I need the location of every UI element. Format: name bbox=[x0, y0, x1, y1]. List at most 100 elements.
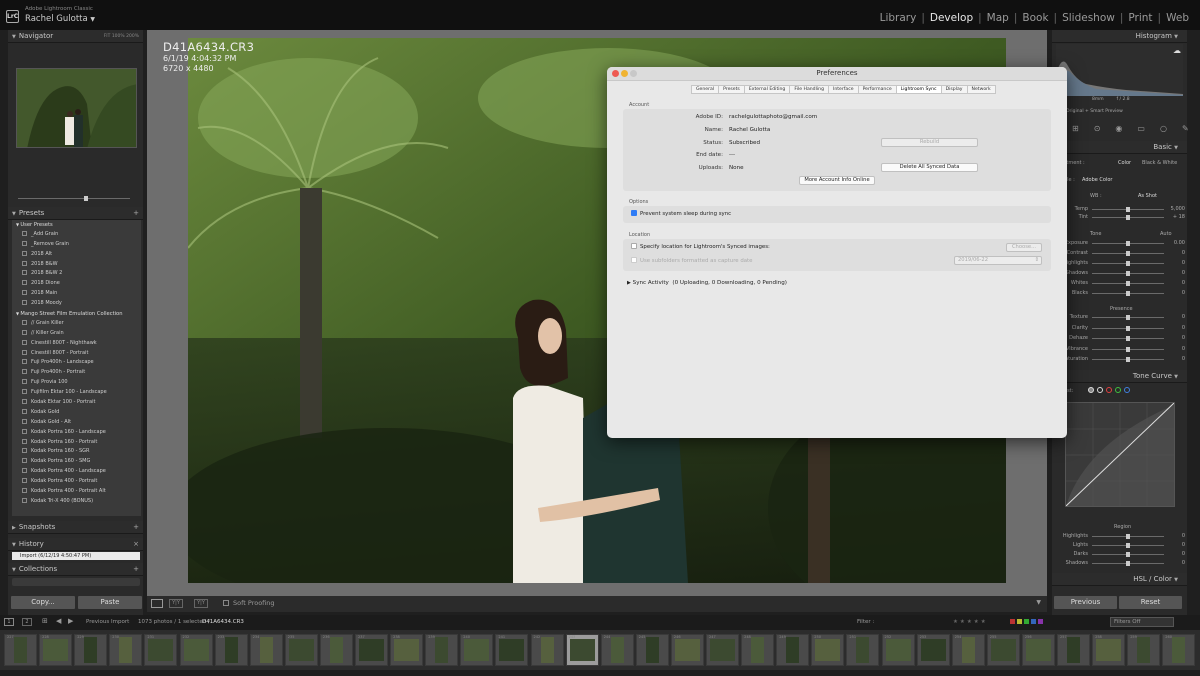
slider-track[interactable] bbox=[1092, 251, 1164, 256]
red-channel-icon[interactable] bbox=[1106, 387, 1112, 393]
treatment-bw[interactable]: Black & White bbox=[1142, 160, 1177, 166]
slider-thumb[interactable] bbox=[1126, 357, 1130, 362]
filmstrip-thumbnail[interactable]: 247 bbox=[706, 634, 739, 666]
filmstrip-thumbnail[interactable]: 234 bbox=[249, 634, 283, 666]
sync-activity-row[interactable]: ▶ Sync Activity (0 Uploading, 0 Download… bbox=[627, 280, 787, 286]
module-library[interactable]: Library bbox=[875, 12, 922, 24]
auto-tone-button[interactable]: Auto bbox=[1160, 231, 1172, 237]
slider-thumb[interactable] bbox=[1126, 534, 1130, 539]
slider-value[interactable]: 0 bbox=[1167, 346, 1185, 352]
slider-track[interactable] bbox=[1092, 543, 1164, 548]
forward-arrow-icon[interactable]: ▶ bbox=[68, 617, 73, 625]
rgb-channel-icon[interactable] bbox=[1097, 387, 1103, 393]
preset-item[interactable]: Kodak Portra 400 - Portrait Alt bbox=[12, 487, 141, 497]
slider-track[interactable] bbox=[1092, 207, 1164, 212]
point-curve-icon[interactable] bbox=[1088, 387, 1094, 393]
purple-label-icon[interactable] bbox=[1038, 619, 1043, 624]
slider-value[interactable]: 0 bbox=[1167, 533, 1185, 539]
slider-track[interactable] bbox=[1092, 281, 1164, 286]
preset-item[interactable]: Kodak Portra 160 - Landscape bbox=[12, 428, 141, 438]
toolbar-menu-icon[interactable]: ▼ bbox=[1036, 599, 1041, 606]
preset-item[interactable]: _Remove Grain bbox=[12, 240, 141, 250]
preset-item[interactable]: Cinestill 800T - Nighthawk bbox=[12, 339, 141, 349]
slider-value[interactable]: 0 bbox=[1167, 356, 1185, 362]
star-filter[interactable]: ★★★★★ bbox=[953, 619, 988, 625]
preset-item[interactable]: Kodak Portra 160 - SGR bbox=[12, 447, 141, 457]
source-label[interactable]: Previous Import bbox=[86, 619, 129, 625]
red-label-icon[interactable] bbox=[1010, 619, 1015, 624]
preset-folder[interactable]: ▼ User Presets bbox=[12, 220, 141, 230]
slider-thumb[interactable] bbox=[1126, 271, 1130, 276]
filmstrip-thumbnail[interactable]: 260 bbox=[1162, 634, 1196, 666]
filmstrip-thumbnail[interactable]: 244 bbox=[600, 634, 634, 666]
zoom-fit[interactable]: FIT bbox=[104, 34, 111, 39]
choose-button[interactable]: Choose... bbox=[1006, 243, 1042, 252]
preset-folder[interactable]: ▼ Mango Street Film Emulation Collection bbox=[12, 309, 141, 319]
slider-track[interactable] bbox=[1092, 291, 1164, 296]
treatment-color[interactable]: Color bbox=[1118, 160, 1131, 166]
slider-thumb[interactable] bbox=[1126, 543, 1130, 548]
histogram[interactable]: ☁ bbox=[1056, 44, 1183, 96]
tab-performance[interactable]: Performance bbox=[857, 85, 897, 94]
filmstrip-thumbnail[interactable]: 249 bbox=[776, 634, 810, 666]
subfolders-checkbox[interactable]: Use subfolders formatted as capture date bbox=[631, 257, 752, 264]
preset-item[interactable]: 2018 Moody bbox=[12, 299, 141, 309]
histogram-header[interactable]: Histogram ▼ bbox=[1052, 30, 1187, 43]
filmstrip-thumbnail[interactable]: 248 bbox=[741, 634, 775, 666]
slider-thumb[interactable] bbox=[1126, 315, 1130, 320]
tab-presets[interactable]: Presets bbox=[718, 85, 745, 94]
crop-icon[interactable]: ⊞ bbox=[1072, 124, 1079, 133]
more-account-info-button[interactable]: More Account Info Online bbox=[799, 176, 875, 185]
adjustment-brush-icon[interactable]: ✎ bbox=[1182, 124, 1189, 133]
tab-file-handling[interactable]: File Handling bbox=[789, 85, 829, 94]
navigator-header[interactable]: ▼ Navigator FIT 100% 200% bbox=[8, 30, 143, 43]
slider-thumb[interactable] bbox=[1126, 261, 1130, 266]
filmstrip-thumbnail[interactable]: 246 bbox=[670, 634, 704, 666]
preset-item[interactable]: Cinestill 800T - Portrait bbox=[12, 349, 141, 359]
clear-history-icon[interactable]: × bbox=[133, 538, 139, 551]
module-slideshow[interactable]: Slideshow bbox=[1057, 12, 1120, 24]
grid-icon[interactable]: ⊞ bbox=[42, 617, 48, 625]
slider-track[interactable] bbox=[1092, 357, 1164, 362]
reset-button[interactable]: Reset bbox=[1119, 596, 1182, 609]
radial-filter-icon[interactable]: ○ bbox=[1160, 124, 1167, 133]
filmstrip-thumbnail[interactable]: 250 bbox=[811, 634, 845, 666]
profile-select[interactable]: Adobe Color bbox=[1082, 177, 1112, 183]
filmstrip-thumbnail[interactable]: 243 bbox=[565, 634, 599, 666]
preset-item[interactable]: Kodak Portra 160 - SMG bbox=[12, 457, 141, 467]
red-eye-icon[interactable]: ◉ bbox=[1115, 124, 1122, 133]
slider-value[interactable]: 0 bbox=[1167, 250, 1185, 256]
disclosure-triangle-icon[interactable]: ▶ bbox=[627, 280, 631, 286]
slider-thumb[interactable] bbox=[1126, 291, 1130, 296]
tab-interface[interactable]: Interface bbox=[827, 85, 859, 94]
preset-item[interactable]: 2018 Dione bbox=[12, 279, 141, 289]
slider-thumb[interactable] bbox=[1126, 325, 1130, 331]
preset-item[interactable]: _Add Grain bbox=[12, 230, 141, 240]
slider-track[interactable] bbox=[1092, 561, 1164, 566]
filmstrip-thumbnail[interactable]: 231 bbox=[144, 634, 178, 666]
user-name[interactable]: Rachel Gulotta ▼ bbox=[25, 14, 95, 24]
preset-item[interactable]: Fujifilm Ektar 100 - Landscape bbox=[12, 388, 141, 398]
filmstrip-thumbnail[interactable]: 242 bbox=[530, 634, 564, 666]
preset-item[interactable]: Kodak Gold bbox=[12, 408, 141, 418]
tab-external-editing[interactable]: External Editing bbox=[743, 85, 791, 94]
snapshots-header[interactable]: ▶ Snapshots + bbox=[8, 521, 143, 534]
zoom-options[interactable]: FIT 100% 200% bbox=[104, 30, 139, 43]
filmstrip-thumbnail[interactable]: 241 bbox=[495, 634, 529, 666]
preset-item[interactable]: Kodak Tri-X 400 (BONUS) bbox=[12, 497, 141, 507]
filmstrip-thumbnail[interactable]: 256 bbox=[1021, 634, 1055, 666]
delete-synced-data-button[interactable]: Delete All Synced Data bbox=[881, 163, 978, 172]
slider-track[interactable] bbox=[1092, 315, 1164, 320]
filmstrip-thumbnail[interactable]: 227 bbox=[4, 634, 37, 666]
filters-off-select[interactable]: Filters Off bbox=[1110, 617, 1174, 627]
slider-track[interactable] bbox=[1092, 261, 1164, 266]
specify-location-checkbox[interactable]: Specify location for Lightroom's Synced … bbox=[631, 243, 770, 250]
filmstrip-thumbnail[interactable]: 239 bbox=[425, 634, 459, 666]
green-channel-icon[interactable] bbox=[1115, 387, 1121, 393]
paste-button[interactable]: Paste bbox=[78, 596, 142, 609]
preset-item[interactable]: // Killer Grain bbox=[12, 329, 141, 339]
history-item[interactable]: Import (6/12/19 4:50:47 PM) bbox=[12, 552, 140, 560]
collections-header[interactable]: ▼ Collections + bbox=[8, 563, 143, 576]
wb-select[interactable]: As Shot bbox=[1138, 193, 1157, 199]
zoom-100[interactable]: 100% bbox=[112, 34, 125, 39]
